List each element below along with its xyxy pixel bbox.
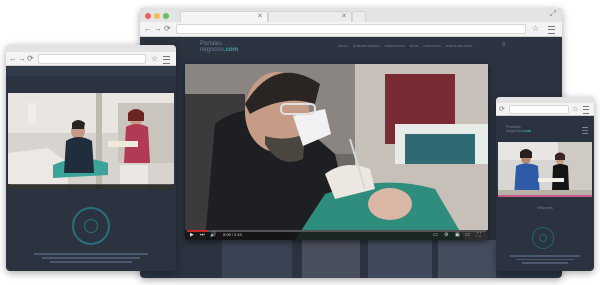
reload-icon[interactable]: ⟳ <box>164 24 171 34</box>
feature-icon-circle <box>72 207 110 245</box>
nav-link-inicio[interactable]: INICIO <box>338 44 348 48</box>
browser-chrome: ← → ⟳ ☆ <box>6 45 176 66</box>
video-controls <box>8 184 174 189</box>
laptop-browser-window: ← → ⟳ ☆ <box>6 45 176 271</box>
browser-tab-active[interactable]: ✕ <box>180 11 268 22</box>
bookmark-star-icon[interactable]: ☆ <box>572 104 578 115</box>
close-tab-icon[interactable]: ✕ <box>257 12 263 22</box>
logo-suffix-text: .com <box>522 128 532 133</box>
maximize-window-dot[interactable] <box>163 13 169 19</box>
close-window-dot[interactable] <box>145 13 151 19</box>
reload-icon[interactable]: ⟳ <box>27 54 34 64</box>
mobile-browser-window: ⟳ ☆ Portales negocios.com Misiones <box>496 97 594 271</box>
nav-link-contacto[interactable]: CONTACTO <box>423 44 440 48</box>
mobile-video-player[interactable] <box>498 142 592 197</box>
navigation-bar: ← → ⟳ ☆ <box>6 52 176 65</box>
logo-bottom-text: negocios <box>200 47 225 53</box>
nav-link-blog[interactable]: BLOG <box>410 44 419 48</box>
miniplayer-icon[interactable]: ▣ <box>455 232 460 238</box>
forward-icon[interactable]: → <box>154 24 162 34</box>
settings-icon[interactable]: ⚙ <box>444 232 448 238</box>
close-tab-icon[interactable]: ✕ <box>341 12 347 22</box>
browser-chrome: ⟳ ☆ <box>496 97 594 116</box>
content-thumbnail[interactable] <box>368 240 432 278</box>
dental-clinic-video-frame <box>8 93 174 189</box>
content-thumbnail[interactable] <box>302 240 360 278</box>
site-logo[interactable]: Portales negocios.com <box>506 125 531 133</box>
search-icon[interactable]: ⚲ <box>502 42 506 48</box>
reception-video-frame <box>498 142 592 197</box>
nav-link-otros[interactable]: OTROS ENLACES <box>446 44 473 48</box>
tab-bar <box>6 45 176 52</box>
site-header <box>6 66 176 76</box>
nav-link-productos[interactable]: PRODUCTOS <box>385 44 405 48</box>
video-progress-bar[interactable] <box>498 195 592 197</box>
dentist-video-frame <box>185 64 488 240</box>
address-bar[interactable] <box>176 24 526 34</box>
section-title: Misiones <box>537 205 553 210</box>
site-logo[interactable]: Portales negocios.com <box>200 41 238 53</box>
new-tab-button[interactable] <box>352 11 366 22</box>
bookmark-star-icon[interactable]: ☆ <box>532 23 539 34</box>
site-header: Portales negocios.com INICIO QUIENES SOM… <box>140 37 562 55</box>
browser-chrome: ✕ ✕ ⤢ ← → ⟳ ☆ <box>140 8 562 37</box>
minimize-window-dot[interactable] <box>154 13 160 19</box>
site-nav-links: INICIO QUIENES SOMOS PRODUCTOS BLOG CONT… <box>338 44 473 48</box>
laptop-video-player[interactable] <box>8 93 174 189</box>
feature-text-lines <box>510 253 580 266</box>
bookmark-star-icon[interactable]: ☆ <box>151 53 158 64</box>
fullscreen-icon[interactable]: ⛶ <box>477 232 481 238</box>
address-bar[interactable] <box>38 54 146 64</box>
reload-icon[interactable]: ⟳ <box>499 105 505 115</box>
video-progress-bar[interactable] <box>10 184 172 185</box>
video-controls: ▶ ⏭ 🔊 0:09 / 2:10 ▭ ⚙ ▣ ▭ ⛶ <box>185 230 488 240</box>
browser-menu-icon[interactable] <box>163 56 170 64</box>
tab-bar: ✕ ✕ ⤢ <box>140 8 562 22</box>
forward-icon[interactable]: → <box>18 54 26 64</box>
video-time: 0:09 / 2:10 <box>223 232 242 237</box>
nav-link-quienes-somos[interactable]: QUIENES SOMOS <box>353 44 380 48</box>
back-icon[interactable]: ← <box>144 24 152 34</box>
back-icon[interactable]: ← <box>9 54 17 64</box>
feature-icon-circle <box>532 227 554 249</box>
main-video-player[interactable]: ▶ ⏭ 🔊 0:09 / 2:10 ▭ ⚙ ▣ ▭ ⛶ <box>185 64 488 240</box>
no-sign-icon <box>539 234 547 242</box>
expand-icon[interactable]: ⤢ <box>550 9 556 19</box>
feature-text-lines <box>34 251 148 265</box>
subtitles-icon[interactable]: ▭ <box>433 232 438 238</box>
address-bar[interactable] <box>509 105 569 114</box>
browser-menu-icon[interactable] <box>548 26 555 34</box>
browser-menu-icon[interactable] <box>583 106 589 114</box>
theater-icon[interactable]: ▭ <box>465 232 470 238</box>
play-icon[interactable]: ▶ <box>190 232 194 238</box>
content-thumbnail[interactable] <box>438 240 496 278</box>
no-sign-icon <box>84 219 98 233</box>
content-thumbnail[interactable] <box>222 240 292 278</box>
navigation-bar: ⟳ ☆ <box>496 103 594 115</box>
navigation-bar: ← → ⟳ ☆ <box>140 22 562 36</box>
logo-bottom-text: negocios <box>506 128 523 133</box>
logo-suffix-text: .com <box>224 47 239 53</box>
skip-icon[interactable]: ⏭ <box>200 232 205 238</box>
site-menu-icon[interactable] <box>582 127 588 134</box>
volume-icon[interactable]: 🔊 <box>210 232 216 238</box>
browser-tab[interactable]: ✕ <box>268 11 352 22</box>
